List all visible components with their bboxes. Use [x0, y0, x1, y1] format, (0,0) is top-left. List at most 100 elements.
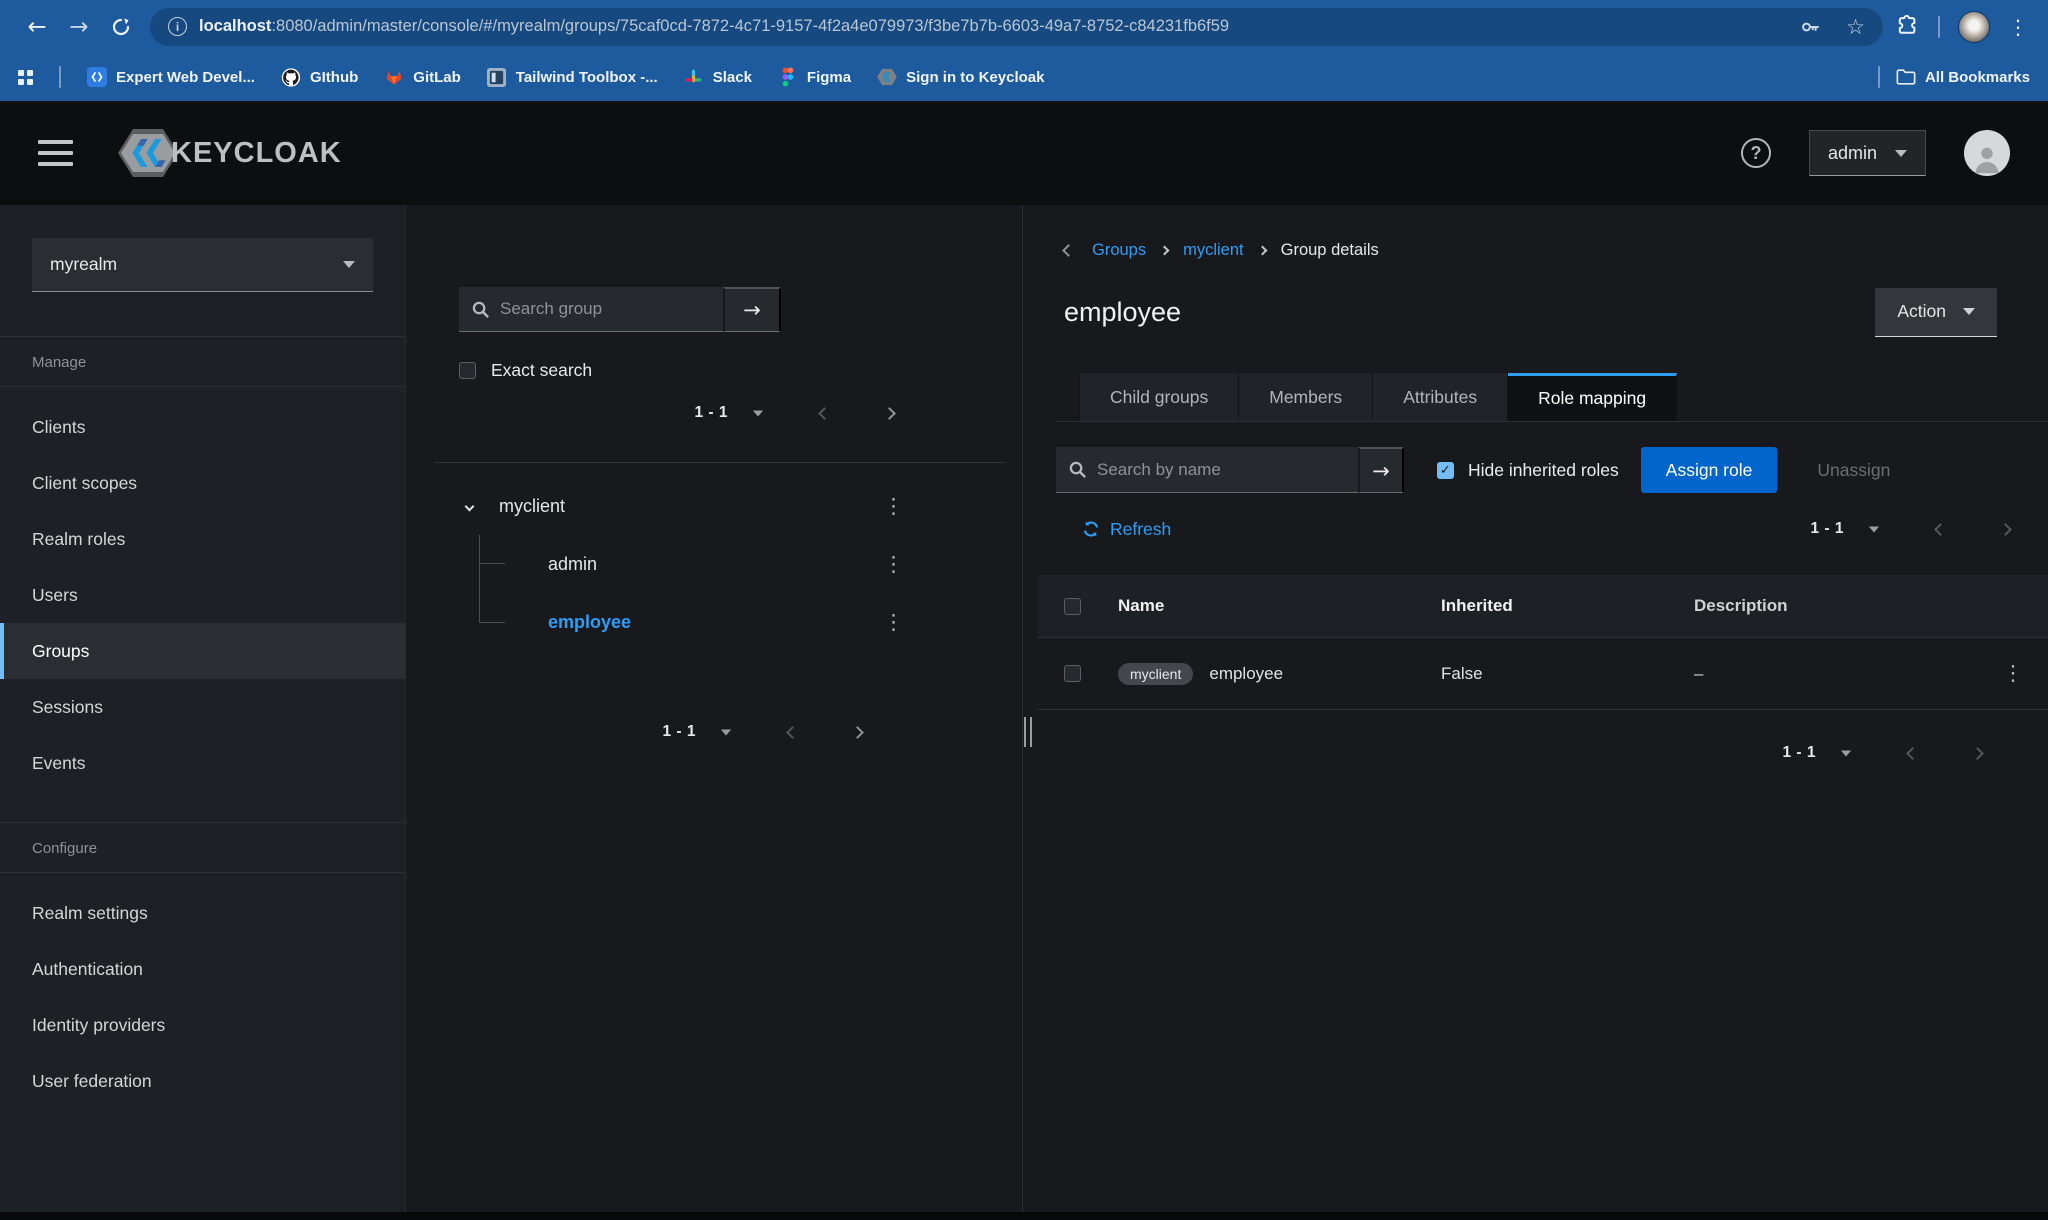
refresh-icon	[1082, 520, 1100, 538]
main-content: myrealm Manage Clients Client scopes Rea…	[0, 205, 2048, 1212]
action-dropdown-button[interactable]: Action	[1875, 288, 1997, 337]
search-by-name-submit-button[interactable]: →	[1358, 447, 1404, 493]
bookmark-tailwind-toolbox[interactable]: Tailwind Toolbox -...	[487, 67, 658, 87]
browser-actions: ⋮	[1895, 11, 2032, 43]
column-header-inherited: Inherited	[1441, 596, 1694, 616]
tab-members[interactable]: Members	[1239, 373, 1373, 421]
bookmark-star-icon[interactable]: ☆	[1846, 15, 1865, 39]
realm-name: myrealm	[50, 254, 117, 275]
sidebar-item-clients[interactable]: Clients	[0, 399, 405, 455]
browser-menu-icon[interactable]: ⋮	[2008, 15, 2028, 39]
next-page-icon[interactable]	[1999, 523, 2012, 536]
bookmarks-right: All Bookmarks	[1878, 66, 2030, 88]
description-cell: –	[1694, 664, 1978, 684]
pagination-options-icon[interactable]	[1869, 526, 1879, 532]
tree-item-admin[interactable]: admin ⋮	[406, 535, 1022, 593]
bookmark-gitlab[interactable]: GitLab	[384, 67, 461, 87]
bookmarks-right-separator	[1878, 66, 1880, 88]
client-badge: myclient	[1118, 663, 1193, 685]
refresh-button[interactable]: Refresh	[1082, 519, 1171, 540]
kebab-menu-icon[interactable]: ⋮	[883, 612, 904, 633]
pagination-options-icon[interactable]	[721, 729, 731, 735]
bookmark-figma[interactable]: Figma	[778, 67, 851, 87]
bookmark-label: Tailwind Toolbox -...	[516, 69, 658, 86]
previous-page-icon[interactable]	[1934, 523, 1947, 536]
inherited-cell: False	[1441, 664, 1694, 684]
sidebar-item-user-federation[interactable]: User federation	[0, 1053, 405, 1109]
kebab-menu-icon[interactable]: ⋮	[883, 554, 904, 575]
pagination-range: 1 - 1	[694, 404, 728, 422]
bookmark-github[interactable]: GIthub	[281, 67, 358, 87]
hide-inherited-roles-checkbox[interactable]: ✓	[1437, 462, 1454, 479]
breadcrumb-back-icon[interactable]	[1062, 244, 1075, 257]
previous-page-icon[interactable]	[1906, 747, 1919, 760]
breadcrumb-myclient-link[interactable]: myclient	[1183, 241, 1244, 260]
pagination-options-icon[interactable]	[1841, 750, 1851, 756]
bookmark-expert-web[interactable]: Expert Web Devel...	[87, 67, 255, 87]
kebab-menu-icon[interactable]: ⋮	[883, 496, 904, 517]
search-by-name-input[interactable]: Search by name	[1056, 447, 1358, 493]
sidebar-item-authentication[interactable]: Authentication	[0, 941, 405, 997]
sidebar-item-client-scopes[interactable]: Client scopes	[0, 455, 405, 511]
panel-splitter[interactable]	[1022, 205, 1032, 1212]
tab-attributes[interactable]: Attributes	[1373, 373, 1508, 421]
forward-icon[interactable]: →	[58, 7, 100, 47]
password-key-icon[interactable]	[1798, 15, 1822, 39]
search-group-submit-button[interactable]: →	[723, 287, 781, 332]
breadcrumb-groups-link[interactable]: Groups	[1092, 241, 1146, 260]
url-text[interactable]: localhost:8080/admin/master/console/#/my…	[199, 17, 1229, 36]
unassign-button[interactable]: Unassign	[1817, 460, 1890, 481]
address-bar[interactable]: i localhost:8080/admin/master/console/#/…	[150, 8, 1883, 46]
reload-icon[interactable]	[100, 7, 142, 47]
next-page-icon[interactable]	[1971, 747, 1984, 760]
next-page-icon[interactable]	[851, 726, 864, 739]
groups-pagination-top: 1 - 1	[406, 402, 1022, 424]
keycloak-brand[interactable]: KEYCLOAK	[117, 126, 342, 180]
tab-child-groups[interactable]: Child groups	[1079, 373, 1239, 421]
tree-item-label: admin	[548, 554, 597, 575]
kebab-menu-icon[interactable]: ⋮	[2003, 663, 2024, 684]
splitter-grip-icon[interactable]	[1024, 717, 1032, 747]
assign-role-button[interactable]: Assign role	[1641, 447, 1778, 493]
address-bar-icons: ☆	[1798, 15, 1865, 39]
sidebar-item-groups[interactable]: Groups	[0, 623, 405, 679]
sidebar-item-realm-roles[interactable]: Realm roles	[0, 511, 405, 567]
browser-profile-avatar[interactable]	[1958, 11, 1990, 43]
breadcrumb: Groups myclient Group details	[1064, 239, 2048, 261]
expand-chevron-icon[interactable]	[465, 501, 475, 511]
previous-page-icon[interactable]	[818, 407, 831, 420]
row-checkbox[interactable]	[1064, 665, 1081, 682]
sidebar-item-sessions[interactable]: Sessions	[0, 679, 405, 735]
avatar[interactable]	[1964, 130, 2010, 176]
bookmark-label: Slack	[713, 69, 752, 86]
user-dropdown[interactable]: admin	[1809, 130, 1926, 176]
sidebar-item-events[interactable]: Events	[0, 735, 405, 791]
tree-item-myclient[interactable]: myclient ⋮	[406, 477, 1022, 535]
site-info-icon[interactable]: i	[168, 17, 187, 36]
chevron-down-icon	[1895, 150, 1907, 157]
code-editor-icon	[87, 67, 107, 87]
sidebar-item-realm-settings[interactable]: Realm settings	[0, 885, 405, 941]
select-all-checkbox[interactable]	[1064, 598, 1081, 615]
hide-inherited-roles-label[interactable]: Hide inherited roles	[1468, 460, 1619, 481]
apps-grid-icon[interactable]	[18, 70, 33, 85]
nav-toggle-hamburger-icon[interactable]	[38, 140, 73, 166]
extensions-icon[interactable]	[1895, 14, 1920, 39]
chevron-down-icon	[343, 261, 355, 268]
sidebar-item-identity-providers[interactable]: Identity providers	[0, 997, 405, 1053]
brand-text: KEYCLOAK	[171, 137, 342, 170]
search-group-input[interactable]: Search group	[459, 287, 723, 332]
url-path: :8080/admin/master/console/#/myrealm/gro…	[271, 17, 1229, 35]
exact-search-checkbox[interactable]	[459, 362, 476, 379]
sidebar-item-users[interactable]: Users	[0, 567, 405, 623]
help-icon[interactable]: ?	[1741, 138, 1771, 168]
bookmark-keycloak[interactable]: Sign in to Keycloak	[877, 67, 1044, 87]
realm-selector[interactable]: myrealm	[32, 238, 373, 292]
next-page-icon[interactable]	[883, 407, 896, 420]
bookmark-slack[interactable]: Slack	[684, 67, 752, 87]
tab-role-mapping[interactable]: Role mapping	[1508, 373, 1677, 421]
back-icon[interactable]: ←	[16, 7, 58, 47]
previous-page-icon[interactable]	[786, 726, 799, 739]
all-bookmarks-button[interactable]: All Bookmarks	[1896, 67, 2030, 87]
pagination-options-icon[interactable]	[753, 410, 763, 416]
